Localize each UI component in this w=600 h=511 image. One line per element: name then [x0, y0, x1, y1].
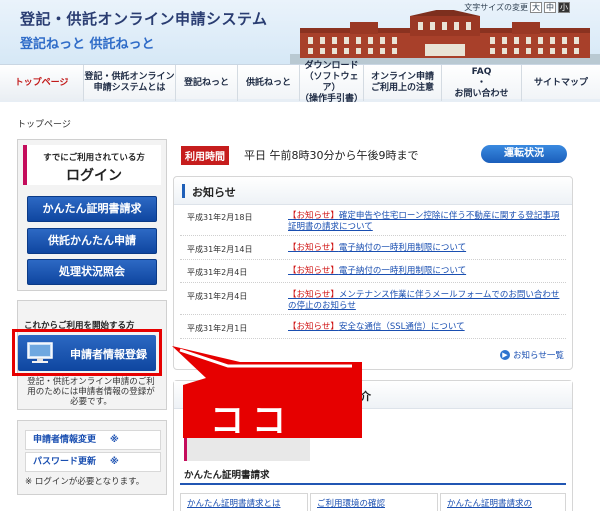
login-required-mark: ※	[110, 457, 119, 467]
news-item: 平成31年2月4日 【お知らせ】メンテナンス作業に伴うメールフォームでのお問い合…	[180, 287, 566, 315]
news-tag: 【お知らせ】	[288, 243, 339, 253]
deposit-easy-apply-button[interactable]: 供託かんたん申請	[27, 228, 157, 254]
building-illustration	[290, 10, 600, 64]
news-date: 平成31年2月4日	[187, 292, 248, 301]
login-heading: すでにご利用されている方 ログイン	[23, 145, 161, 185]
callout-label: ココ	[210, 401, 294, 441]
update-password-label: パスワード更新	[33, 457, 97, 467]
nav-touki[interactable]: 登記ねっと	[176, 65, 238, 101]
breadcrumb: トップページ	[17, 120, 71, 130]
nav-top[interactable]: トップページ	[0, 65, 84, 101]
divider	[180, 483, 566, 485]
change-applicant-info-link[interactable]: 申請者情報変更 ※	[25, 430, 161, 450]
nav-sitemap[interactable]: サイトマップ	[522, 65, 600, 101]
global-nav: トップページ 登記・供託オンライン 申請システムとは 登記ねっと 供託ねっと ダ…	[0, 61, 600, 104]
new-user-note: 登記・供託オンライン申請のご利用のためには申請者情報の登録が必要です。	[27, 377, 155, 407]
news-link-text: 電子納付の一時利用制限について	[338, 243, 467, 253]
news-tag: 【お知らせ】	[288, 211, 339, 221]
cert-environment-link[interactable]: ご利用環境の確認	[310, 493, 438, 511]
news-more-label: お知らせ一覧	[513, 351, 564, 361]
nav-faq[interactable]: FAQ ・ お問い合わせ	[442, 65, 522, 101]
news-panel: お知らせ 平成31年2月18日 【お知らせ】確定申告や住宅ローン控除に伴う不動産…	[173, 176, 573, 370]
news-link[interactable]: 【お知らせ】電子納付の一時利用制限について	[288, 266, 560, 277]
heading-bar	[182, 184, 185, 198]
news-date: 平成31年2月1日	[187, 324, 248, 333]
news-more-link[interactable]: ▶ お知らせ一覧	[500, 349, 564, 361]
news-link[interactable]: 【お知らせ】確定申告や住宅ローン控除に伴う不動産に関する登記事項証明書の請求につ…	[288, 211, 560, 233]
hours-badge: 利用時間	[181, 146, 229, 165]
site-header: 登記・供託オンライン申請システム 登記ねっと 供託ねっと 文字サイズの変更 大 …	[0, 0, 600, 64]
news-date: 平成31年2月18日	[187, 213, 253, 222]
news-link[interactable]: 【お知らせ】メンテナンス作業に伴うメールフォームでのお問い合わせの停止のお知らせ	[288, 290, 560, 312]
news-link[interactable]: 【お知らせ】電子納付の一時利用制限について	[288, 243, 560, 254]
news-item: 平成31年2月1日 【お知らせ】安全な通信（SSL通信）について	[180, 319, 566, 339]
login-panel: すでにご利用されている方 ログイン かんたん証明書請求 供託かんたん申請 処理状…	[17, 139, 167, 291]
nav-download[interactable]: ダウンロード （ソフトウェア） （操作手引書）	[300, 61, 364, 104]
cert-about-link[interactable]: かんたん証明書請求とは	[180, 493, 308, 511]
news-tag: 【お知らせ】	[288, 266, 339, 276]
chevron-right-icon: ▶	[500, 350, 510, 360]
system-title[interactable]: 登記・供託オンライン申請システム	[20, 8, 268, 29]
news-tag: 【お知らせ】	[288, 290, 339, 300]
login-title: ログイン	[66, 168, 122, 184]
news-header: お知らせ	[174, 177, 572, 205]
login-required-mark: ※	[110, 435, 119, 445]
operation-status-button[interactable]: 運転状況	[481, 145, 567, 163]
news-title: お知らせ	[192, 186, 236, 199]
news-link[interactable]: 【お知らせ】安全な通信（SSL通信）について	[288, 322, 560, 333]
nav-notes[interactable]: オンライン申請 ご利用上の注意	[364, 65, 442, 101]
easy-certificate-button[interactable]: かんたん証明書請求	[27, 196, 157, 222]
news-date: 平成31年2月14日	[187, 245, 253, 254]
change-applicant-info-label: 申請者情報変更	[33, 435, 97, 445]
hours-text: 平日 午前8時30分から午後9時まで	[244, 149, 419, 162]
system-subtitle: 登記ねっと 供託ねっと	[20, 37, 155, 52]
news-link-text: 電子納付の一時利用制限について	[338, 266, 467, 276]
nav-kyotaku[interactable]: 供託ねっと	[238, 65, 300, 101]
update-password-link[interactable]: パスワード更新 ※	[25, 452, 161, 472]
login-required-note: ※ ログインが必要となります。	[25, 477, 145, 487]
news-item: 平成31年2月18日 【お知らせ】確定申告や住宅ローン控除に伴う不動産に関する登…	[180, 208, 566, 236]
news-date: 平成31年2月4日	[187, 268, 248, 277]
news-link-text: 安全な通信（SSL通信）について	[338, 322, 465, 332]
status-inquiry-button[interactable]: 処理状況照会	[27, 259, 157, 285]
highlight-frame	[12, 329, 162, 376]
news-item: 平成31年2月4日 【お知らせ】電子納付の一時利用制限について	[180, 263, 566, 283]
cert-more-link[interactable]: かんたん証明書請求の	[440, 493, 566, 511]
certificate-heading: かんたん証明書請求	[184, 470, 270, 481]
news-tag: 【お知らせ】	[288, 322, 339, 332]
nav-about[interactable]: 登記・供託オンライン 申請システムとは	[84, 65, 176, 101]
account-panel: 申請者情報変更 ※ パスワード更新 ※ ※ ログインが必要となります。	[17, 420, 167, 495]
intro-title: 紹介	[349, 390, 371, 403]
news-item: 平成31年2月14日 【お知らせ】電子納付の一時利用制限について	[180, 240, 566, 260]
login-caption: すでにご利用されている方	[43, 153, 145, 163]
